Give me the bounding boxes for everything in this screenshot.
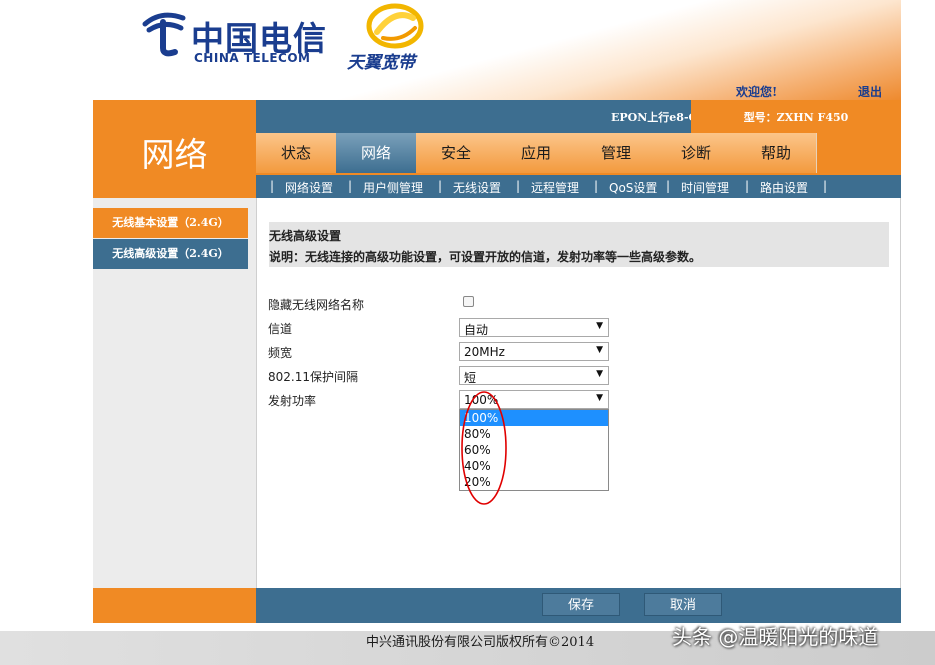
submenu-separator: | xyxy=(666,179,671,193)
sub-menu: | 网络设置 | 用户侧管理 | 无线设置 | 远程管理 | QoS设置 | 时… xyxy=(256,175,901,198)
bottom-left-block xyxy=(93,588,256,623)
dropdown-arrow-icon: ▼ xyxy=(596,321,603,331)
section-title-block: 网络 xyxy=(93,100,256,198)
channel-select[interactable]: 自动 ▼ xyxy=(459,318,609,337)
save-button[interactable]: 保存 xyxy=(542,593,620,616)
china-telecom-logo-icon xyxy=(142,12,186,57)
nav-wireless-advanced[interactable]: 无线高级设置（2.4G） xyxy=(93,239,248,269)
content-description: 说明：无线连接的高级功能设置，可设置开放的信道，发射功率等一些高级参数。 xyxy=(269,250,702,264)
tab-diagnostics[interactable]: 诊断 xyxy=(656,133,737,173)
submenu-network-settings[interactable]: 网络设置 xyxy=(285,179,333,196)
dropdown-arrow-icon: ▼ xyxy=(596,393,603,403)
guard-interval-label: 802.11保护间隔 xyxy=(268,370,358,384)
tab-application[interactable]: 应用 xyxy=(496,133,577,173)
guard-interval-value: 短 xyxy=(464,371,477,385)
submenu-separator: | xyxy=(745,179,750,193)
submenu-qos[interactable]: QoS设置 xyxy=(609,179,657,196)
hide-ssid-checkbox[interactable] xyxy=(463,296,474,307)
section-title: 网络 xyxy=(141,135,208,174)
nav-wireless-basic[interactable]: 无线基本设置（2.4G） xyxy=(93,208,248,238)
submenu-remote[interactable]: 远程管理 xyxy=(531,179,579,196)
bottom-action-bar: 保存 取消 xyxy=(256,588,901,623)
submenu-routing[interactable]: 路由设置 xyxy=(760,179,808,196)
left-nav: 无线基本设置（2.4G） 无线高级设置（2.4G） xyxy=(93,198,256,588)
submenu-separator: | xyxy=(516,179,521,193)
tx-power-label: 发射功率 xyxy=(268,394,317,408)
hide-ssid-label: 隐藏无线网络名称 xyxy=(268,298,365,312)
model-label: 型号：ZXHN F450 xyxy=(743,111,849,124)
copyright-text: 中兴通讯股份有限公司版权所有©2014 xyxy=(366,635,595,650)
tab-security[interactable]: 安全 xyxy=(416,133,497,173)
brand-text: 天翼宽带 xyxy=(347,53,415,73)
watermark-text: 头条 @温暖阳光的味道 xyxy=(672,625,879,649)
tab-status[interactable]: 状态 xyxy=(256,133,337,173)
submenu-user-side[interactable]: 用户侧管理 xyxy=(363,179,423,196)
top-info-bar: EPON上行e8-C 型号：ZXHN F450 xyxy=(256,100,901,133)
model-block: 型号：ZXHN F450 xyxy=(691,100,901,133)
logout-link[interactable]: 退出 xyxy=(858,83,882,100)
dropdown-arrow-icon: ▼ xyxy=(596,369,603,379)
submenu-separator: | xyxy=(823,179,828,193)
submenu-separator: | xyxy=(270,179,275,193)
content-panel: 无线高级设置 说明：无线连接的高级功能设置，可设置开放的信道，发射功率等一些高级… xyxy=(256,198,901,588)
submenu-separator: | xyxy=(594,179,599,193)
bandwidth-label: 频宽 xyxy=(268,346,293,360)
welcome-text: 欢迎您! xyxy=(736,85,778,99)
submenu-separator: | xyxy=(438,179,443,193)
guard-interval-select[interactable]: 短 ▼ xyxy=(459,366,609,385)
main-tabs: 状态 网络 安全 应用 管理 诊断 帮助 xyxy=(256,133,901,175)
annotation-ellipse xyxy=(461,391,507,505)
submenu-separator: | xyxy=(348,179,353,193)
logo-english-text: CHINA TELECOM xyxy=(194,51,311,65)
footer: 中兴通讯股份有限公司版权所有©2014 头条 @温暖阳光的味道 xyxy=(0,625,935,665)
tianyi-logo-icon xyxy=(366,3,424,49)
bandwidth-value: 20MHz xyxy=(464,345,505,359)
tab-help[interactable]: 帮助 xyxy=(736,133,817,173)
content-title: 无线高级设置 xyxy=(269,229,342,243)
cancel-button[interactable]: 取消 xyxy=(644,593,722,616)
channel-value: 自动 xyxy=(464,323,489,337)
channel-label: 信道 xyxy=(268,322,293,336)
epon-label: EPON上行e8-C xyxy=(611,111,698,124)
dropdown-arrow-icon: ▼ xyxy=(596,345,603,355)
header-banner: 中国电信 CHINA TELECOM 天翼宽带 欢迎您! 退出 xyxy=(93,0,901,100)
tab-network[interactable]: 网络 xyxy=(336,133,417,173)
submenu-wireless[interactable]: 无线设置 xyxy=(453,179,501,196)
tab-management[interactable]: 管理 xyxy=(576,133,657,173)
bandwidth-select[interactable]: 20MHz ▼ xyxy=(459,342,609,361)
submenu-time[interactable]: 时间管理 xyxy=(681,179,729,196)
section-header-box: 无线高级设置 说明：无线连接的高级功能设置，可设置开放的信道，发射功率等一些高级… xyxy=(269,222,889,267)
